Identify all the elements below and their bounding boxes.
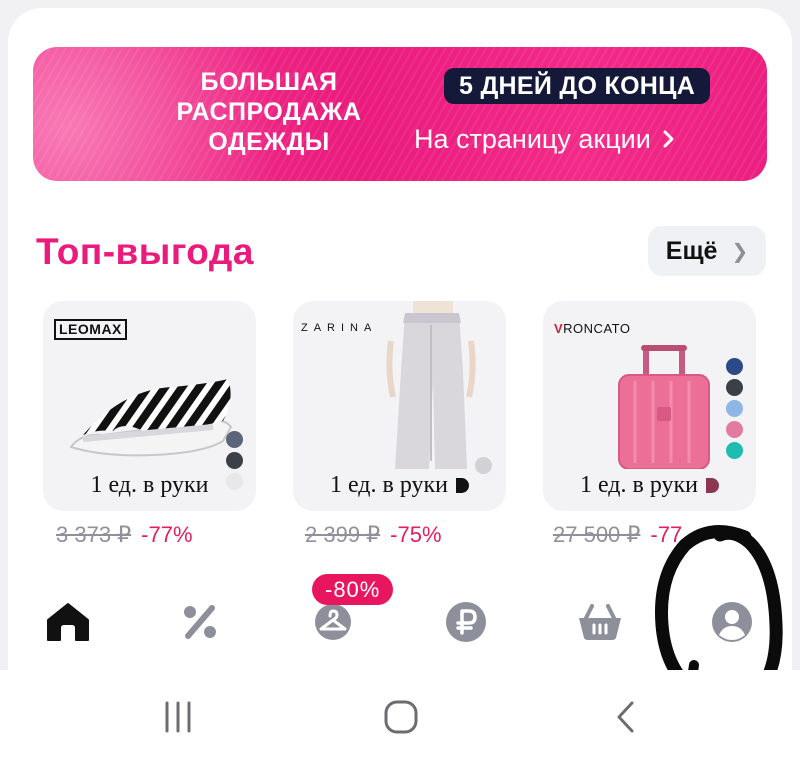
color-swatch[interactable] bbox=[726, 442, 743, 459]
product-card-suitcase[interactable]: VRONCATO 1 ед. в руки bbox=[543, 301, 756, 511]
color-swatch[interactable] bbox=[226, 452, 243, 469]
sale-banner[interactable]: БОЛЬШАЯ РАСПРОДАЖА ОДЕЖДЫ 5 ДНЕЙ ДО КОНЦ… bbox=[33, 47, 767, 181]
back-icon bbox=[617, 701, 634, 733]
color-swatch[interactable] bbox=[706, 478, 720, 493]
limit-label: 1 ед. в руки bbox=[90, 472, 209, 498]
recent-apps-icon bbox=[165, 701, 191, 733]
days-left-badge: 5 ДНЕЙ ДО КОНЦА bbox=[444, 68, 711, 104]
section-title: Топ-выгода bbox=[36, 231, 254, 272]
color-swatch[interactable] bbox=[726, 421, 743, 438]
discount-percent: -77% bbox=[141, 522, 193, 547]
home-icon bbox=[47, 603, 89, 641]
more-button-label: Ещё bbox=[665, 236, 718, 265]
old-price: 3 373 ₽ bbox=[56, 522, 132, 547]
product-card-sandal[interactable]: LEOMAX 1 ед. в руки bbox=[43, 301, 256, 511]
color-swatch[interactable] bbox=[726, 358, 743, 375]
price-row: 2 399 ₽ -75% bbox=[305, 521, 442, 549]
promo-page-link[interactable]: На страницу акции bbox=[414, 122, 675, 156]
brand-logo: ZARINA bbox=[301, 322, 378, 334]
limit-label: 1 ед. в руки bbox=[293, 472, 506, 499]
chevron-right-icon: ❯ bbox=[731, 240, 749, 263]
chevron-right-icon bbox=[663, 130, 674, 148]
system-navigation-bar bbox=[0, 670, 800, 766]
color-swatch[interactable] bbox=[726, 400, 743, 417]
color-swatch[interactable] bbox=[456, 478, 470, 493]
brand-logo: VRONCATO bbox=[554, 321, 631, 336]
recent-apps-button[interactable] bbox=[148, 692, 208, 742]
promo-page-link-label: На страницу акции bbox=[414, 124, 651, 154]
product-card-trousers[interactable]: ZARINA 1 ед. в руки bbox=[293, 301, 506, 511]
old-price: 27 500 ₽ bbox=[553, 522, 641, 547]
color-swatch[interactable] bbox=[726, 379, 743, 396]
home-circle-icon bbox=[384, 700, 418, 734]
hanger-icon bbox=[315, 604, 351, 640]
color-swatches[interactable] bbox=[726, 358, 743, 459]
discount-percent: -75% bbox=[390, 522, 442, 547]
limit-label: 1 ед. в руки bbox=[543, 472, 756, 499]
cart-icon bbox=[579, 604, 621, 640]
promo-badge: -80% bbox=[312, 574, 394, 605]
brand-logo: LEOMAX bbox=[54, 319, 127, 340]
tab-cart[interactable] bbox=[570, 592, 630, 652]
banner-title: БОЛЬШАЯ РАСПРОДАЖА ОДЕЖДЫ bbox=[176, 68, 362, 156]
percent-icon bbox=[184, 605, 216, 639]
product-image bbox=[69, 379, 233, 457]
price-row: 3 373 ₽ -77% bbox=[56, 521, 193, 549]
ruble-coin-icon bbox=[446, 602, 486, 642]
product-image bbox=[386, 301, 476, 469]
color-swatch[interactable] bbox=[226, 431, 243, 448]
tab-home[interactable] bbox=[38, 592, 98, 652]
tab-bonuses[interactable] bbox=[436, 592, 496, 652]
more-button[interactable]: Ещё ❯ bbox=[648, 226, 766, 276]
home-button[interactable] bbox=[371, 692, 431, 742]
back-button[interactable] bbox=[596, 692, 656, 742]
product-image bbox=[618, 345, 710, 469]
tab-discounts[interactable] bbox=[170, 592, 230, 652]
old-price: 2 399 ₽ bbox=[305, 522, 381, 547]
